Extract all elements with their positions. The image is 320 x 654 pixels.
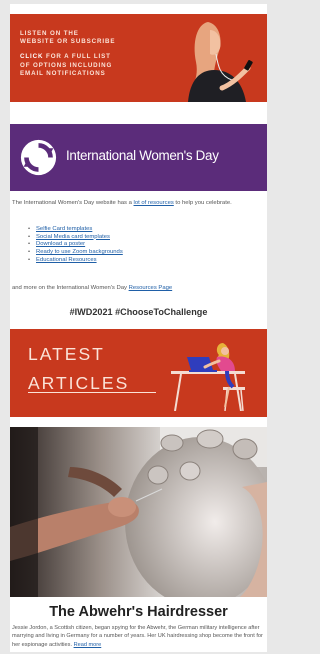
article-body-text: Jessie Jordon, a Scottish citizen, began… (12, 625, 263, 648)
download-poster-link[interactable]: Download a poster (36, 241, 85, 247)
latest-heading-line-1: LATEST (28, 344, 105, 364)
listen-line-5: EMAIL NOTIFICATIONS (20, 69, 106, 77)
latest-articles-banner: LATEST ARTICLES (10, 329, 267, 417)
listen-banner-text: LISTEN ON THE WEBSITE OR SUBSCRIBE CLICK… (20, 30, 150, 78)
iwd-title: International Women's Day (66, 148, 219, 163)
latest-heading-line-2: ARTICLES (28, 373, 130, 393)
list-item: • Selfie Card templates (28, 226, 93, 232)
article-title[interactable]: The Abwehr's Hairdresser (10, 604, 267, 620)
listen-line-2: WEBSITE OR SUBSCRIBE (20, 38, 116, 46)
list-item: • Social Media card templates (28, 233, 110, 240)
more-prefix: and more on the International Women's Da… (12, 285, 129, 291)
woman-at-laptop-illustration (171, 343, 245, 411)
article-summary: Jessie Jordon, a Scottish citizen, began… (12, 624, 266, 649)
selfie-card-templates-link[interactable]: Selfie Card templates (36, 226, 92, 232)
iwd-intro-suffix: to help you celebrate. (173, 200, 232, 206)
social-media-card-templates-link[interactable]: Social Media card templates (36, 234, 110, 240)
listen-subscribe-banner[interactable]: LISTEN ON THE WEBSITE OR SUBSCRIBE CLICK… (10, 14, 267, 102)
iwd-banner[interactable]: International Women's Day (10, 124, 267, 191)
newsletter-page: LISTEN ON THE WEBSITE OR SUBSCRIBE CLICK… (10, 4, 267, 652)
lot-of-resources-link[interactable]: lot of resources (134, 200, 174, 206)
woman-with-headphones-illustration (188, 22, 253, 102)
listen-line-4: OF OPTIONS INCLUDING (20, 61, 113, 69)
read-more-link[interactable]: Read more (74, 642, 102, 648)
resources-list: • Selfie Card templates • Social Media car… (28, 226, 123, 265)
list-item: • Ready to use Zoom backgrounds (28, 249, 123, 256)
listen-line-1: LISTEN ON THE (20, 30, 79, 37)
more-resources-text: and more on the International Women's Da… (12, 285, 264, 291)
zoom-backgrounds-link[interactable]: Ready to use Zoom backgrounds (36, 249, 123, 255)
hashtags: #IWD2021 #ChooseToChallenge (69, 307, 208, 317)
educational-resources-link[interactable]: Educational Resources (36, 257, 97, 263)
listen-line-3: FOR A FULL LIST (43, 53, 111, 61)
iwd-logo-icon (20, 139, 57, 176)
list-item: • Download a poster (28, 241, 86, 248)
resources-page-link[interactable]: Resources Page (129, 285, 173, 291)
iwd-intro-text: The International Women's Day website ha… (12, 199, 264, 208)
hairdresser-article-photo[interactable] (10, 427, 267, 597)
iwd-intro-prefix: The International Women's Day website ha… (12, 200, 134, 206)
list-item: • Educational Resources (28, 256, 97, 263)
click-word: CLICK (20, 53, 44, 61)
